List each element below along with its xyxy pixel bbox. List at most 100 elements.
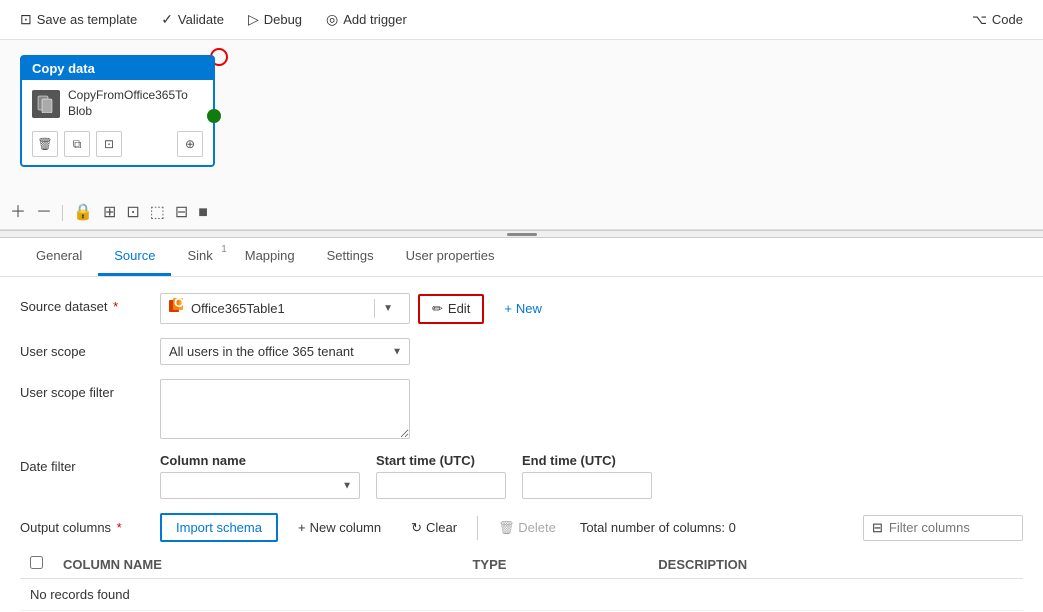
- new-column-label: New column: [310, 520, 382, 535]
- schema-table-body: No records found: [20, 579, 1023, 611]
- copy-node-button[interactable]: ⊡: [96, 131, 122, 157]
- select-icon[interactable]: ⬚: [150, 205, 165, 221]
- svg-text:O: O: [174, 298, 184, 310]
- date-filter-label: Date filter: [20, 453, 150, 474]
- debug-icon: ▷: [248, 11, 259, 28]
- output-columns-label: Output columns *: [20, 520, 150, 535]
- import-schema-label: Import schema: [176, 520, 262, 535]
- tab-source[interactable]: Source: [98, 238, 171, 276]
- no-records-row: No records found: [20, 579, 1023, 611]
- end-time-label: End time (UTC): [522, 453, 652, 468]
- settings-icon[interactable]: ■: [198, 205, 208, 221]
- clear-label: Clear: [426, 520, 457, 535]
- output-columns-row: Output columns * Import schema + New col…: [20, 513, 1023, 542]
- validate-button[interactable]: ✓ Validate: [151, 6, 234, 33]
- lock-icon[interactable]: 🔒: [73, 205, 93, 221]
- fit-icon[interactable]: ⊞: [103, 205, 116, 221]
- canvas-controls: ＋ － 🔒 ⊞ ⊡ ⬚ ⊟ ■: [10, 205, 208, 221]
- schema-table: COLUMN NAME TYPE DESCRIPTION No records …: [20, 550, 1023, 611]
- code-button[interactable]: ⌥ Code: [962, 7, 1033, 33]
- clear-button[interactable]: ↻ Clear: [401, 515, 467, 541]
- node-name-line2: Blob: [68, 104, 188, 120]
- panel-divider[interactable]: [0, 230, 1043, 238]
- canvas-area: Copy data CopyFromOffice365To Blob 🗑 ⧉ ⊡…: [0, 40, 1043, 230]
- start-time-label: Start time (UTC): [376, 453, 506, 468]
- zoom-in-icon[interactable]: ＋: [10, 205, 26, 221]
- user-scope-row: User scope All users in the office 365 t…: [20, 338, 1023, 365]
- column-name-label: Column name: [160, 453, 360, 468]
- copy-data-block[interactable]: Copy data CopyFromOffice365To Blob 🗑 ⧉ ⊡…: [20, 55, 215, 167]
- connect-node-button[interactable]: ⊕: [177, 131, 203, 157]
- copy-data-node-name: CopyFromOffice365To Blob: [68, 88, 188, 119]
- add-trigger-icon: ◎: [326, 11, 338, 28]
- user-scope-label: User scope: [20, 338, 150, 359]
- center-icon[interactable]: ⊡: [126, 205, 139, 221]
- user-scope-filter-input[interactable]: [160, 379, 410, 439]
- divider-line: [507, 233, 537, 236]
- column-name-wrap: Column name ▼: [160, 453, 360, 499]
- source-dataset-controls: O Office365Table1 ▼ ✏ Edit + New: [160, 293, 1023, 324]
- user-scope-select[interactable]: All users in the office 365 tenant: [160, 338, 410, 365]
- tab-mapping[interactable]: Mapping: [229, 238, 311, 276]
- bottom-panel: General Source Sink 1 Mapping Settings U…: [0, 238, 1043, 612]
- delete-label: Delete: [518, 520, 556, 535]
- tab-sink-badge: 1: [221, 244, 227, 255]
- tab-sink[interactable]: Sink 1: [171, 238, 228, 276]
- output-required-marker: *: [117, 520, 122, 535]
- top-toolbar: ⊡ Save as template ✓ Validate ▷ Debug ◎ …: [0, 0, 1043, 40]
- user-scope-controls: All users in the office 365 tenant ▼: [160, 338, 1023, 365]
- new-col-plus-icon: +: [298, 520, 306, 535]
- copy-data-node-icon: [32, 90, 60, 118]
- source-dataset-select[interactable]: O Office365Table1 ▼: [160, 293, 410, 324]
- validate-label: Validate: [178, 12, 224, 27]
- source-dataset-value: Office365Table1: [191, 301, 368, 316]
- description-header: DESCRIPTION: [648, 550, 1023, 579]
- col-name-header: COLUMN NAME: [53, 550, 462, 579]
- layout-icon[interactable]: ⊟: [175, 205, 188, 221]
- save-template-icon: ⊡: [20, 11, 32, 28]
- user-scope-filter-label: User scope filter: [20, 379, 150, 400]
- tab-source-label: Source: [114, 248, 155, 263]
- dataset-dropdown-arrow[interactable]: ▼: [374, 299, 401, 318]
- import-schema-button[interactable]: Import schema: [160, 513, 278, 542]
- date-filter-controls: Column name ▼ Start time (UTC): [160, 453, 652, 499]
- schema-table-header: COLUMN NAME TYPE DESCRIPTION: [20, 550, 1023, 579]
- tab-general[interactable]: General: [20, 238, 98, 276]
- debug-label: Debug: [264, 12, 302, 27]
- tab-settings[interactable]: Settings: [311, 238, 390, 276]
- source-dataset-row: Source dataset * O Office365Table1 ▼ ✏ E…: [20, 293, 1023, 324]
- status-dot: [207, 109, 221, 123]
- source-form: Source dataset * O Office365Table1 ▼ ✏ E…: [0, 277, 1043, 612]
- add-trigger-label: Add trigger: [343, 12, 407, 27]
- add-trigger-button[interactable]: ◎ Add trigger: [316, 6, 417, 33]
- col-separator: [477, 516, 478, 540]
- delete-icon: 🗑: [498, 520, 515, 535]
- new-btn-label: New: [516, 301, 542, 316]
- tab-sink-label: Sink: [187, 248, 212, 263]
- delete-columns-button[interactable]: 🗑 Delete: [488, 515, 566, 541]
- user-scope-filter-controls: [160, 379, 1023, 439]
- debug-button[interactable]: ▷ Debug: [238, 6, 312, 33]
- type-header: TYPE: [462, 550, 648, 579]
- tab-general-label: General: [36, 248, 82, 263]
- code-label: Code: [992, 12, 1023, 27]
- new-dataset-button[interactable]: + New: [492, 296, 554, 321]
- tab-user-properties[interactable]: User properties: [390, 238, 511, 276]
- source-dataset-label: Source dataset *: [20, 293, 150, 314]
- user-scope-select-wrap: All users in the office 365 tenant ▼: [160, 338, 410, 365]
- plus-icon: +: [504, 301, 512, 316]
- new-column-button[interactable]: + New column: [288, 515, 391, 540]
- clone-node-button[interactable]: ⧉: [64, 131, 90, 157]
- filter-columns-input[interactable]: [889, 520, 999, 535]
- select-all-checkbox[interactable]: [30, 556, 43, 569]
- delete-node-button[interactable]: 🗑: [32, 131, 58, 157]
- start-time-input[interactable]: [376, 472, 506, 499]
- required-marker: *: [113, 299, 118, 314]
- tab-bar: General Source Sink 1 Mapping Settings U…: [0, 238, 1043, 277]
- column-name-select[interactable]: [160, 472, 360, 499]
- edit-btn-label: Edit: [448, 301, 470, 316]
- zoom-out-icon[interactable]: －: [36, 205, 52, 221]
- end-time-input[interactable]: [522, 472, 652, 499]
- edit-dataset-button[interactable]: ✏ Edit: [418, 294, 484, 324]
- save-template-button[interactable]: ⊡ Save as template: [10, 6, 147, 33]
